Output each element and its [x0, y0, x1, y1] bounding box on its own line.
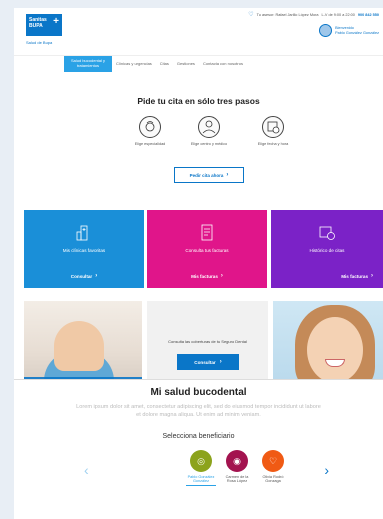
- stethoscope-icon: [139, 116, 161, 138]
- chevron-right-icon: ›: [220, 273, 223, 279]
- select-beneficiary-label: Selecciona beneficiario: [162, 433, 235, 440]
- main-nav: Salud bucodental y tratamientos Clínicas…: [64, 56, 247, 72]
- tooth-icon: ◎: [190, 450, 212, 472]
- card-title: Mi salud bucodental: [150, 387, 247, 398]
- beneficiary-pablo[interactable]: ◎ Pablo González González: [186, 450, 216, 486]
- user-name: Pablo González González: [335, 30, 379, 35]
- tile-title: Mis clínicas favoritas: [62, 248, 106, 253]
- beneficiary-olivia[interactable]: ♡ Olivia Rodró Gonzaga: [258, 450, 288, 484]
- beneficiary-carmen[interactable]: ◉ Carmen de la Rosa López: [222, 450, 252, 484]
- topbar: ♡ Tu asesor: Rafael Jarillo López Mora L…: [248, 12, 379, 18]
- tile-action-label: Mis facturas: [341, 273, 368, 279]
- chevron-left-icon[interactable]: ‹: [84, 463, 89, 477]
- invoice-icon: [201, 224, 213, 241]
- tile-clinicas-favoritas[interactable]: Mis clínicas favoritas Consultar ›: [24, 210, 144, 288]
- smiling-woman-photo: [273, 301, 383, 387]
- pedir-cita-button[interactable]: Pedir cita ahora ›: [174, 167, 244, 183]
- logo-tagline: Salud de Bupa: [26, 40, 53, 45]
- calendar-clock-icon: [262, 116, 284, 138]
- card-paragraph-line2: et dolore magna aliqua. Ut enim ad minim…: [136, 412, 261, 418]
- chevron-right-icon[interactable]: ›: [324, 463, 329, 477]
- nav-item-salud-bucodental[interactable]: Salud bucodental y tratamientos: [64, 56, 112, 72]
- nav-item-contacta[interactable]: Contacta con nosotros: [199, 56, 247, 72]
- nav-item-gestiones[interactable]: Gestiones: [173, 56, 199, 72]
- tile-historico[interactable]: Histórico de citas Mis facturas ›: [271, 210, 383, 288]
- beneficiary-name: Olivia Rodró Gonzaga: [262, 475, 284, 484]
- sanitas-logo[interactable]: Sanitas BUPA +: [26, 14, 62, 36]
- schedule-text: L-V de 9:00 a 22:00: [321, 13, 355, 17]
- step-label: Elige especialidad: [134, 142, 166, 146]
- chevron-right-icon: ›: [226, 172, 229, 178]
- dental-question: Consulta las coberturas de tu Seguro Den…: [168, 339, 247, 344]
- tile-facturas[interactable]: Consulta tus facturas Mis facturas ›: [147, 210, 267, 288]
- card-paragraph-line1: Lorem ipsum dolor sit amet, consectetur …: [76, 404, 321, 410]
- tile-title: Consulta tus facturas: [185, 248, 229, 253]
- family-photo: En las clínicas dentales Milenium podrás…: [24, 301, 142, 387]
- consultar-label: Consultar: [194, 359, 216, 365]
- advisor-text: Tu asesor: Rafael Jarillo López Mora: [256, 13, 319, 17]
- photo-shape: [54, 321, 104, 371]
- tile-title: Histórico de citas: [309, 248, 345, 253]
- dental-coverage-panel: Consulta las coberturas de tu Seguro Den…: [147, 301, 268, 387]
- step-centro[interactable]: Elige centro y médico: [179, 116, 239, 146]
- mi-salud-bucodental-card: Mi salud bucodental Lorem ipsum dolor si…: [14, 379, 383, 519]
- tooth-icon: ♡: [262, 450, 284, 472]
- beneficiary-name: Pablo González González: [186, 475, 216, 486]
- header: Sanitas BUPA + Salud de Bupa ♡ Tu asesor…: [14, 8, 383, 56]
- tile-action[interactable]: Consultar ›: [24, 273, 144, 279]
- photo-shape: [307, 317, 363, 383]
- tile-action[interactable]: Mis facturas ›: [147, 273, 267, 279]
- tile-action[interactable]: Mis facturas ›: [341, 273, 373, 279]
- tile-action-label: Mis facturas: [191, 273, 218, 279]
- step-fecha[interactable]: Elige fecha y hora: [243, 116, 303, 146]
- step-especialidad[interactable]: Elige especialidad: [120, 116, 180, 146]
- tooth-icon: ◉: [226, 450, 248, 472]
- doctor-icon: [198, 116, 220, 138]
- avatar: [319, 24, 333, 37]
- logo-sub: BUPA: [29, 23, 43, 29]
- step-label: Elige centro y médico: [190, 142, 228, 146]
- pedir-cita-label: Pedir cita ahora: [189, 172, 224, 178]
- plus-icon: +: [53, 16, 59, 27]
- chevron-right-icon: ›: [95, 273, 98, 279]
- chevron-right-icon: ›: [219, 359, 222, 365]
- tile-action-label: Consultar: [70, 273, 93, 279]
- user-menu[interactable]: Bienvenido Pablo González González: [319, 24, 379, 37]
- steps-title: Pide tu cita en sólo tres pasos: [137, 96, 260, 106]
- nav-item-clinicas[interactable]: Clínicas y urgencias: [112, 56, 156, 72]
- clinic-icon: [76, 225, 88, 241]
- chevron-right-icon: ›: [371, 273, 373, 279]
- consultar-button[interactable]: Consultar ›: [177, 354, 239, 370]
- heart-icon: ♡: [248, 12, 254, 18]
- phone-link[interactable]: 900 842 550: [358, 13, 379, 17]
- nav-item-citas[interactable]: Citas: [156, 56, 173, 72]
- step-label: Elige fecha y hora: [257, 142, 289, 146]
- beneficiary-name: Carmen de la Rosa López: [225, 475, 249, 484]
- history-icon: [319, 226, 335, 240]
